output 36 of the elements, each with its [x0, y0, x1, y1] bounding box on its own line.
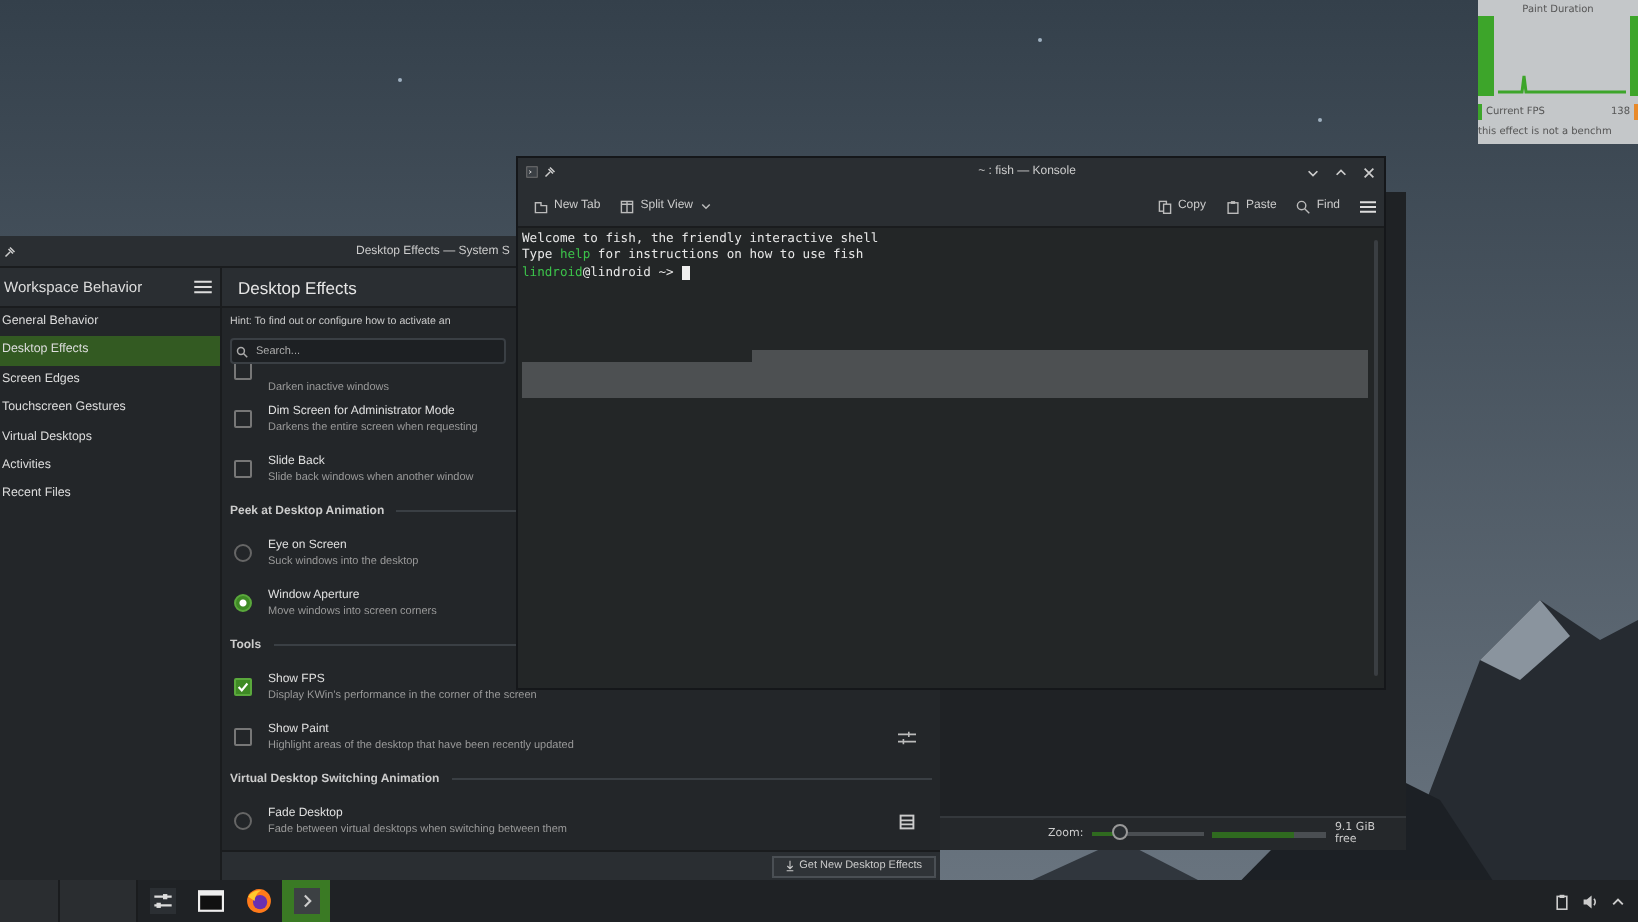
checkbox[interactable] [234, 364, 252, 380]
clipboard-icon[interactable] [1554, 893, 1570, 909]
checkbox[interactable] [234, 410, 252, 428]
caret-icon [699, 200, 711, 212]
close-icon[interactable] [1361, 165, 1376, 179]
free-space-bar [1211, 831, 1327, 837]
tab-icon [534, 201, 548, 213]
film-icon[interactable] [898, 813, 916, 829]
globe-fox-icon [245, 888, 271, 914]
configure-icon[interactable] [898, 729, 916, 745]
radio-button[interactable] [234, 544, 252, 562]
sliders-icon [149, 888, 175, 914]
slider-thumb[interactable] [1111, 824, 1128, 840]
minimize-icon[interactable] [1305, 165, 1320, 179]
columns-icon [621, 199, 634, 213]
search-icon [236, 345, 248, 357]
menu-icon[interactable] [1360, 199, 1376, 213]
caret-up-icon[interactable] [1610, 893, 1626, 909]
maximize-icon[interactable] [1333, 165, 1348, 179]
checkbox[interactable] [234, 678, 252, 696]
checkbox[interactable] [234, 460, 252, 478]
pin-icon[interactable] [544, 166, 556, 178]
copy-icon [1158, 199, 1172, 213]
clipboard-icon [1227, 200, 1239, 213]
page-title: Desktop Effects [238, 277, 357, 297]
search-icon [1297, 199, 1311, 213]
pin-icon[interactable] [4, 245, 16, 257]
terminal-icon [526, 166, 538, 178]
radio-button[interactable] [234, 594, 252, 612]
terminal-icon [197, 888, 223, 914]
prompt-icon [293, 888, 319, 914]
menu-icon[interactable] [194, 280, 212, 294]
checkbox[interactable] [234, 728, 252, 746]
volume-icon[interactable] [1582, 893, 1598, 909]
radio-button[interactable] [234, 812, 252, 830]
download-icon [785, 860, 794, 872]
